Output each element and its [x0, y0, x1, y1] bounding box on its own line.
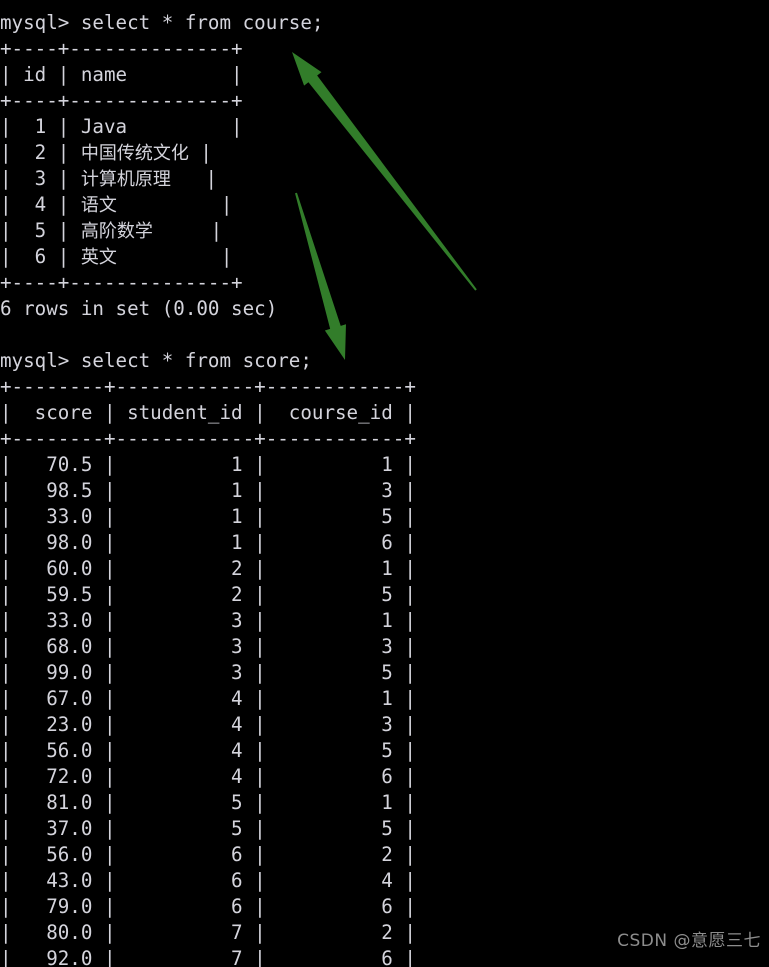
result-status-course: 6 rows in set (0.00 sec): [0, 297, 278, 320]
table-row: | 59.5 | 2 | 5 |: [0, 583, 416, 606]
table-rule: +--------+------------+------------+: [0, 427, 416, 450]
table-row: | 37.0 | 5 | 5 |: [0, 817, 416, 840]
table-row: | 5 | 高阶数学 |: [0, 219, 223, 242]
table-row: | 6 | 英文 |: [0, 245, 233, 268]
table-row: | 72.0 | 4 | 6 |: [0, 765, 416, 788]
table-row: | 43.0 | 6 | 4 |: [0, 869, 416, 892]
table-rule: +----+--------------+: [0, 37, 243, 60]
table-rule: +----+--------------+: [0, 89, 243, 112]
table-rule: +----+--------------+: [0, 271, 243, 294]
csdn-watermark: CSDN @意愿三七: [617, 931, 761, 951]
table-header-row: | id | name |: [0, 63, 243, 86]
table-row: | 67.0 | 4 | 1 |: [0, 687, 416, 710]
query-line-course: mysql> select * from course;: [0, 11, 324, 34]
table-row: | 79.0 | 6 | 6 |: [0, 895, 416, 918]
table-row: | 33.0 | 1 | 5 |: [0, 505, 416, 528]
table-rule: +--------+------------+------------+: [0, 375, 416, 398]
table-row: | 56.0 | 4 | 5 |: [0, 739, 416, 762]
table-row: | 4 | 语文 |: [0, 193, 233, 216]
table-row: | 33.0 | 3 | 1 |: [0, 609, 416, 632]
table-row: | 3 | 计算机原理 |: [0, 167, 218, 190]
table-row: | 81.0 | 5 | 1 |: [0, 791, 416, 814]
table-row: | 99.0 | 3 | 5 |: [0, 661, 416, 684]
table-row: | 60.0 | 2 | 1 |: [0, 557, 416, 580]
query-line-score: mysql> select * from score;: [0, 349, 312, 372]
table-row: | 98.0 | 1 | 6 |: [0, 531, 416, 554]
table-row: | 23.0 | 4 | 3 |: [0, 713, 416, 736]
terminal-output[interactable]: mysql> select * from course; +----+------…: [0, 10, 769, 967]
table-row: | 1 | Java |: [0, 115, 243, 138]
table-header-row: | score | student_id | course_id |: [0, 401, 416, 424]
table-row: | 68.0 | 3 | 3 |: [0, 635, 416, 658]
table-row: | 2 | 中国传统文化 |: [0, 141, 212, 164]
table-row: | 98.5 | 1 | 3 |: [0, 479, 416, 502]
table-row: | 70.5 | 1 | 1 |: [0, 453, 416, 476]
table-row: | 56.0 | 6 | 2 |: [0, 843, 416, 866]
